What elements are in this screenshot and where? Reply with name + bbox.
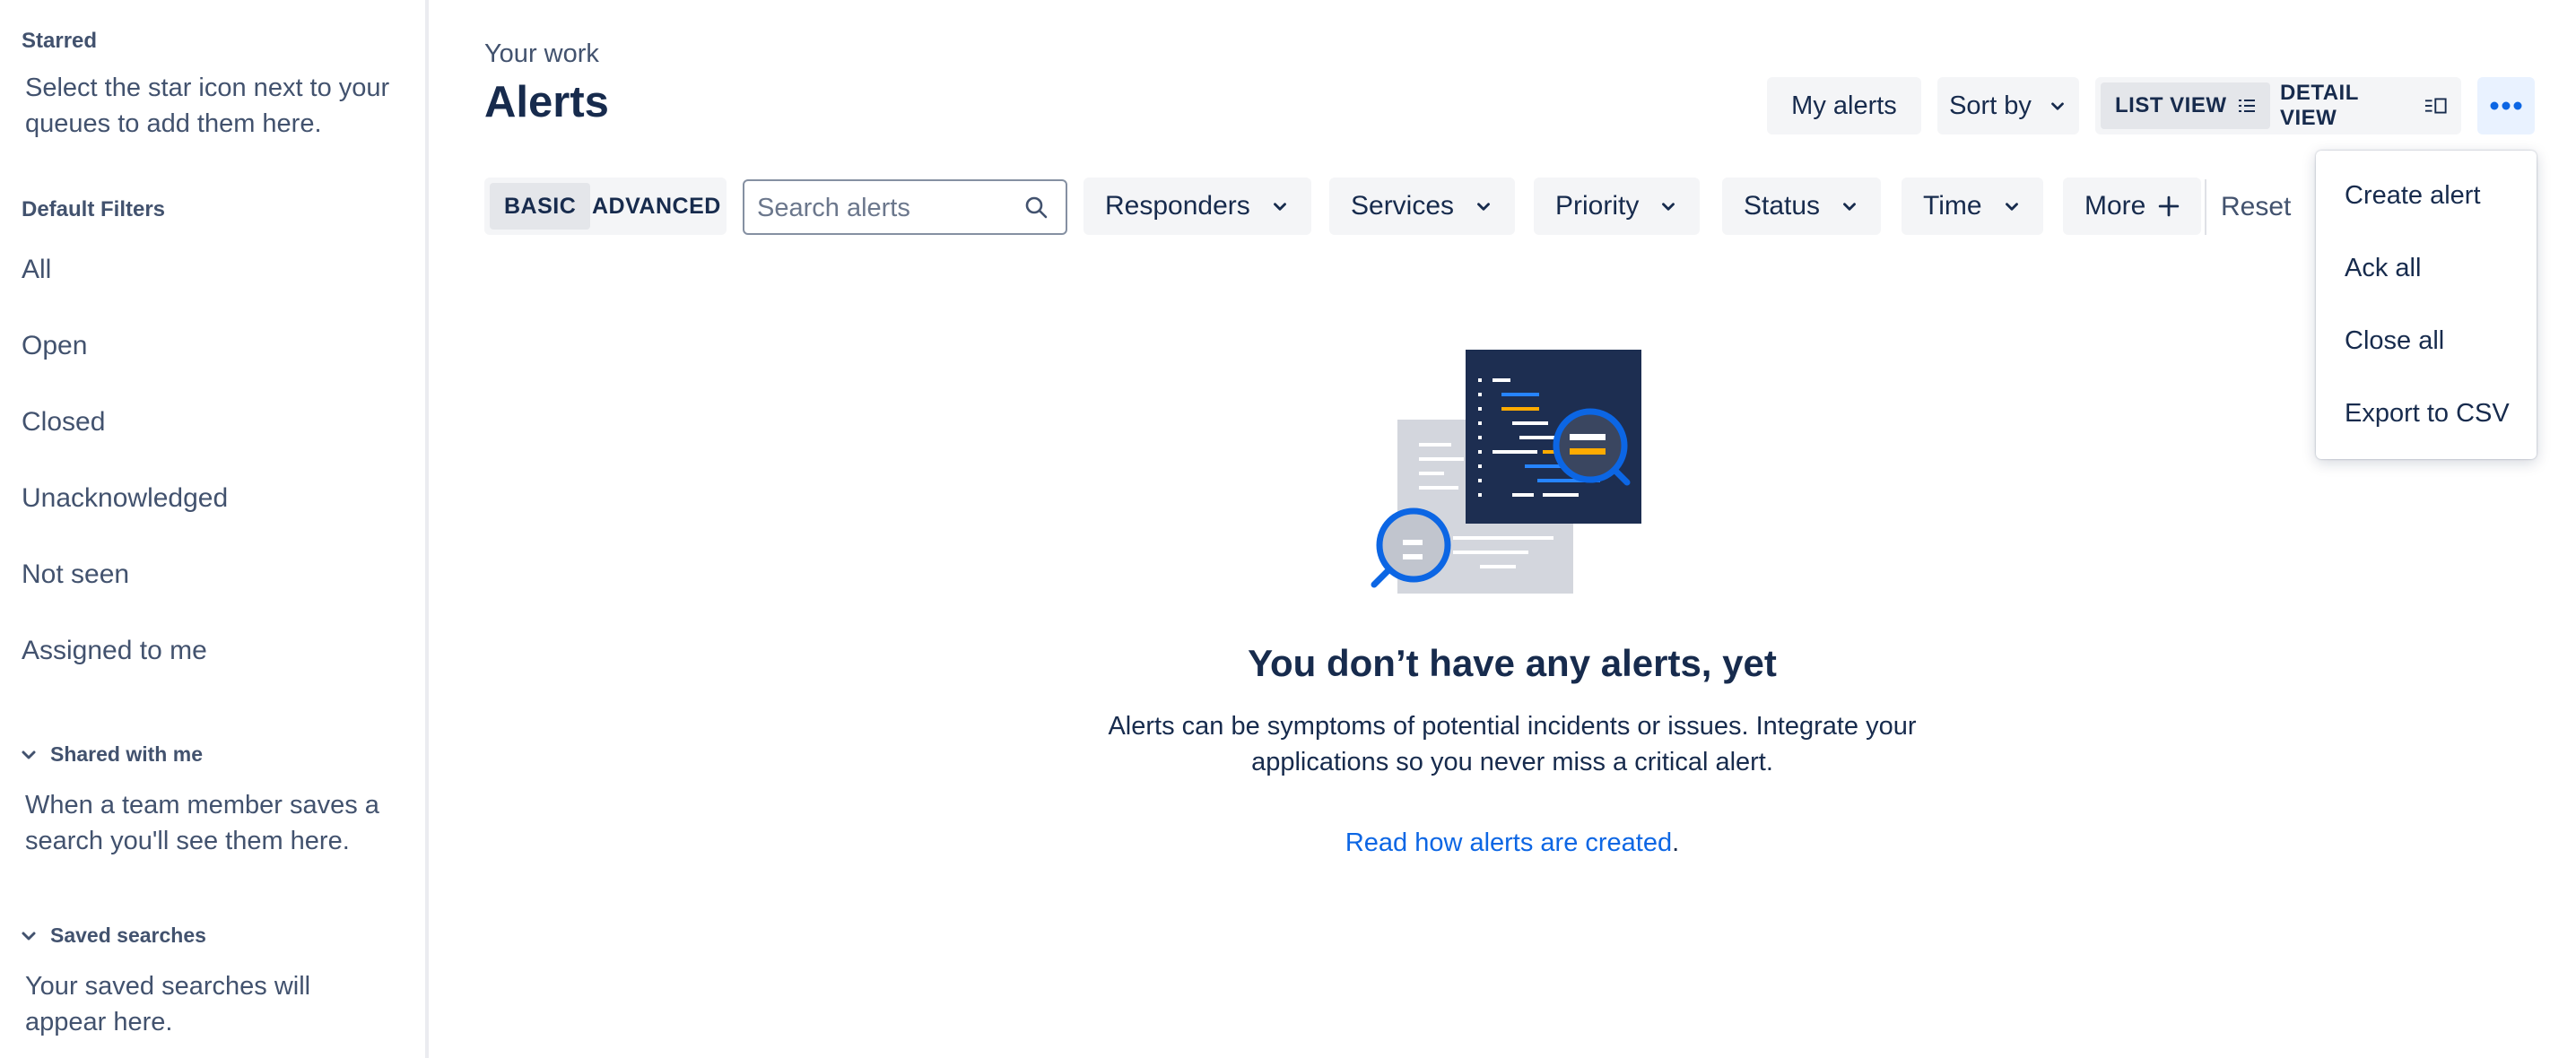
menu-item-ack-all[interactable]: Ack all bbox=[2345, 254, 2421, 283]
shared-empty-text: When a team member saves a search you'll… bbox=[25, 791, 379, 855]
chevron-down-icon bbox=[1273, 203, 1286, 211]
chevron-down-icon bbox=[22, 932, 36, 940]
page-title: Alerts bbox=[484, 78, 609, 126]
status-label: Status bbox=[1744, 191, 1821, 221]
detail-view-icon bbox=[2425, 98, 2447, 114]
saved-searches-toggle[interactable]: Saved searches bbox=[20, 924, 206, 948]
list-icon bbox=[2238, 100, 2255, 112]
more-filters-button[interactable]: More bbox=[2063, 178, 2202, 235]
filter-divider bbox=[2205, 179, 2206, 235]
my-alerts-button[interactable]: My alerts bbox=[1767, 77, 1921, 134]
sidebar: Starred Select the star icon next to you… bbox=[0, 0, 429, 1058]
link-suffix: . bbox=[1672, 828, 1680, 857]
more-horizontal-icon bbox=[2490, 101, 2522, 110]
filter-open[interactable]: Open bbox=[22, 331, 87, 361]
reset-filters-button[interactable]: Reset bbox=[2221, 192, 2291, 222]
menu-item-export-csv[interactable]: Export to CSV bbox=[2345, 399, 2510, 429]
menu-item-create-alert[interactable]: Create alert bbox=[2345, 181, 2481, 211]
chevron-down-icon bbox=[1477, 203, 1490, 211]
saved-searches-heading: Saved searches bbox=[50, 924, 206, 947]
default-filters-heading: Default Filters bbox=[22, 197, 166, 221]
view-toggle: LIST VIEW DETAIL VIEW bbox=[2095, 77, 2461, 134]
filter-closed[interactable]: Closed bbox=[22, 407, 105, 438]
filter-assigned-to-me[interactable]: Assigned to me bbox=[22, 636, 207, 666]
chevron-down-icon bbox=[2051, 102, 2064, 110]
more-actions-button[interactable] bbox=[2477, 77, 2535, 134]
empty-state-link-row: Read how alerts are created. bbox=[897, 828, 2128, 858]
list-view-button[interactable]: LIST VIEW bbox=[2101, 82, 2270, 129]
detail-view-label: DETAIL VIEW bbox=[2280, 81, 2359, 130]
services-label: Services bbox=[1351, 191, 1455, 221]
services-filter[interactable]: Services bbox=[1329, 178, 1516, 235]
responders-label: Responders bbox=[1105, 191, 1250, 221]
sort-by-label: Sort by bbox=[1949, 91, 2032, 120]
breadcrumb[interactable]: Your work bbox=[484, 39, 599, 69]
menu-item-close-all[interactable]: Close all bbox=[2345, 326, 2444, 356]
more-actions-menu: Create alert Ack all Close all Export to… bbox=[2316, 151, 2537, 459]
search-input[interactable] bbox=[757, 190, 1017, 226]
sort-by-button[interactable]: Sort by bbox=[1937, 77, 2079, 134]
priority-filter[interactable]: Priority bbox=[1534, 178, 1701, 235]
filter-all[interactable]: All bbox=[22, 255, 51, 285]
plus-icon bbox=[2159, 195, 2180, 217]
list-view-label: LIST VIEW bbox=[2115, 93, 2227, 117]
shared-with-me-heading: Shared with me bbox=[50, 742, 203, 766]
advanced-mode-button[interactable]: ADVANCED bbox=[578, 183, 735, 230]
empty-alerts-illustration bbox=[1371, 350, 1641, 594]
search-alerts-field bbox=[743, 179, 1067, 235]
my-alerts-label: My alerts bbox=[1791, 91, 1897, 120]
starred-empty-text: Select the star icon next to your queues… bbox=[25, 74, 390, 138]
detail-view-button[interactable]: DETAIL VIEW bbox=[2266, 81, 2461, 130]
shared-with-me-toggle[interactable]: Shared with me bbox=[20, 742, 203, 767]
starred-heading: Starred bbox=[22, 29, 98, 53]
responders-filter[interactable]: Responders bbox=[1083, 178, 1311, 235]
chevron-down-icon bbox=[22, 750, 36, 759]
chevron-down-icon bbox=[1843, 203, 1856, 211]
filter-not-seen[interactable]: Not seen bbox=[22, 559, 129, 590]
read-alerts-docs-link[interactable]: Read how alerts are created bbox=[1345, 828, 1672, 857]
priority-label: Priority bbox=[1555, 191, 1640, 221]
filter-unacknowledged[interactable]: Unacknowledged bbox=[22, 483, 228, 514]
time-filter[interactable]: Time bbox=[1902, 178, 2043, 235]
search-mode-toggle: BASIC ADVANCED bbox=[484, 178, 727, 235]
chevron-down-icon bbox=[2005, 203, 2018, 211]
empty-state-title: You don’t have any alerts, yet bbox=[1248, 642, 1777, 684]
search-icon[interactable] bbox=[1024, 195, 1049, 221]
basic-mode-button[interactable]: BASIC bbox=[490, 183, 591, 230]
saved-empty-text: Your saved searches will appear here. bbox=[25, 972, 311, 1036]
empty-state-description: Alerts can be symptoms of potential inci… bbox=[1108, 712, 1917, 776]
chevron-down-icon bbox=[1662, 203, 1675, 211]
status-filter[interactable]: Status bbox=[1722, 178, 1882, 235]
time-label: Time bbox=[1923, 191, 1982, 221]
more-filters-label: More bbox=[2084, 191, 2146, 221]
